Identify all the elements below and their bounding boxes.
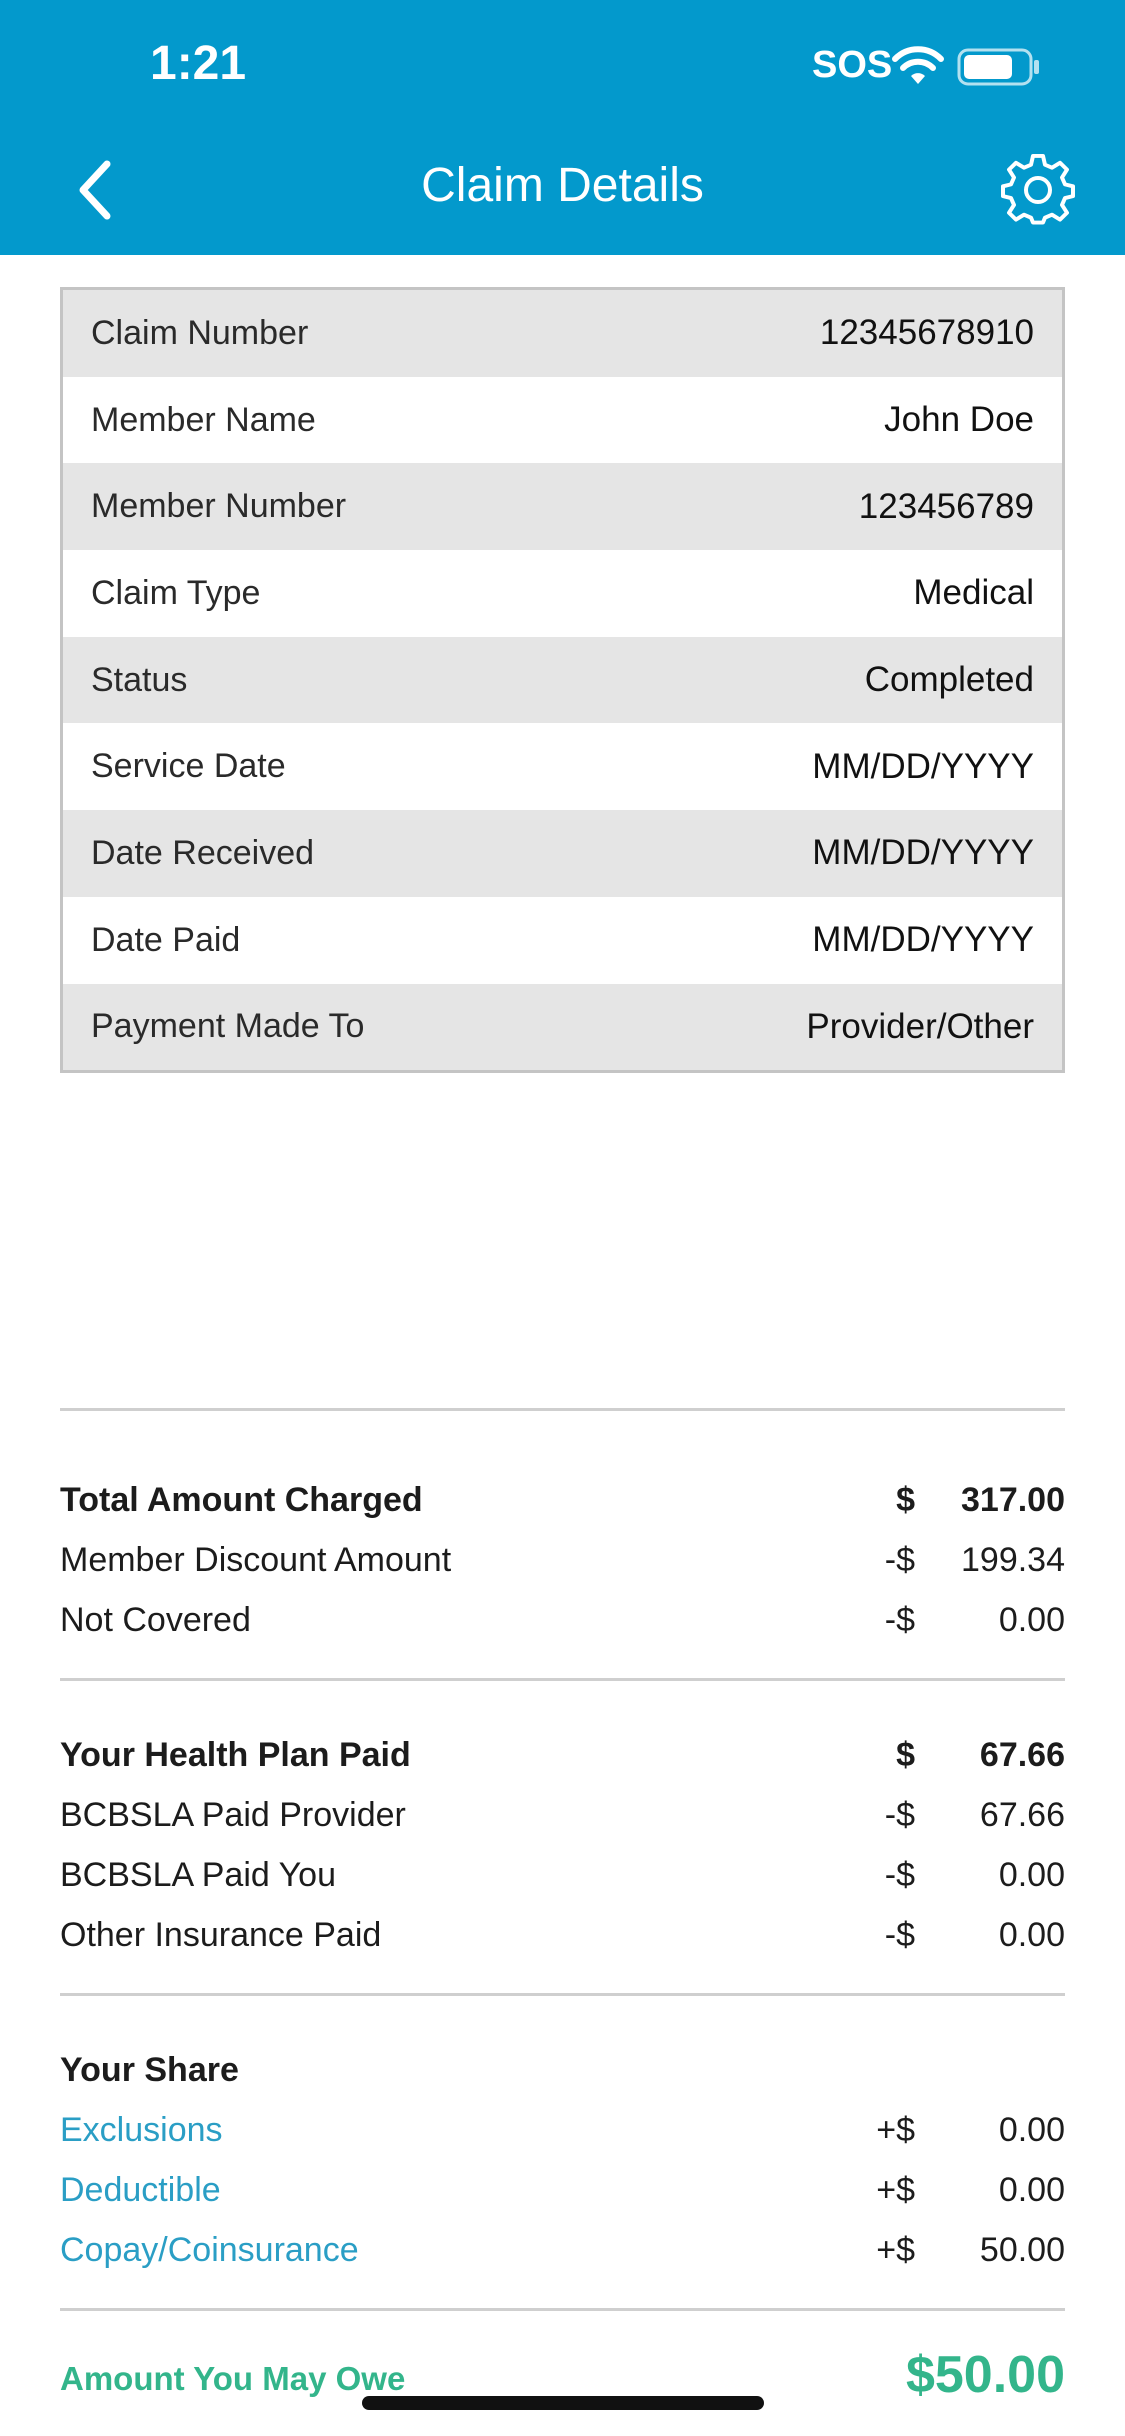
details-row-service-date: Service Date MM/DD/YYYY — [63, 723, 1062, 811]
details-value: MM/DD/YYYY — [812, 920, 1034, 960]
discount-row: Member Discount Amount -$ 199.34 — [60, 1530, 1065, 1590]
divider — [60, 1408, 1065, 1411]
deductible-amount: 0.00 — [998, 2170, 1065, 2209]
amount-owe-value: $50.00 — [905, 2346, 1065, 2404]
claim-details-table: Claim Number 12345678910 Member Name Joh… — [60, 287, 1065, 1074]
sos-indicator: SOS — [812, 44, 893, 86]
details-value: 123456789 — [858, 486, 1034, 526]
deductible-row: Deductible +$ 0.00 — [60, 2160, 1065, 2220]
details-label: Payment Made To — [91, 1007, 365, 1046]
details-value: Provider/Other — [806, 1006, 1034, 1046]
details-label: Claim Number — [91, 313, 309, 352]
amount-owe-label: Amount You May Owe — [60, 2360, 406, 2397]
details-label: Member Name — [91, 400, 316, 439]
details-label: Status — [91, 660, 188, 699]
details-row-status: Status Completed — [63, 636, 1062, 724]
divider — [60, 2308, 1065, 2311]
home-indicator[interactable] — [362, 2396, 764, 2410]
not-covered-amount: 0.00 — [998, 1600, 1065, 1639]
divider — [60, 1993, 1065, 1996]
details-label: Service Date — [91, 747, 286, 786]
wifi-icon — [892, 46, 944, 84]
details-value: MM/DD/YYYY — [812, 833, 1034, 873]
discount-amount: 199.34 — [961, 1540, 1065, 1579]
details-row-member-name: Member Name John Doe — [63, 376, 1062, 464]
details-value: John Doe — [884, 400, 1034, 440]
other-insurance-amount: 0.00 — [998, 1915, 1065, 1954]
your-share-heading: Your Share — [60, 2050, 239, 2089]
copay-row: Copay/Coinsurance +$ 50.00 — [60, 2220, 1065, 2280]
paid-you-row: BCBSLA Paid You -$ 0.00 — [60, 1845, 1065, 1905]
details-value: Medical — [913, 573, 1034, 613]
other-insurance-row: Other Insurance Paid -$ 0.00 — [60, 1905, 1065, 1965]
page-title: Claim Details — [421, 159, 704, 212]
battery-icon — [957, 48, 1039, 86]
details-row-date-paid: Date Paid MM/DD/YYYY — [63, 896, 1062, 984]
details-row-claim-type: Claim Type Medical — [63, 550, 1062, 637]
details-value: Completed — [864, 660, 1034, 700]
details-row-payment-made-to: Payment Made To Provider/Other — [63, 983, 1062, 1071]
paid-you-amount: 0.00 — [998, 1855, 1065, 1894]
details-value: MM/DD/YYYY — [812, 746, 1034, 786]
details-label: Member Number — [91, 487, 347, 526]
details-label: Claim Type — [91, 573, 261, 612]
plan-paid-amount: 67.66 — [979, 1735, 1065, 1774]
status-time: 1:21 — [150, 37, 247, 90]
details-row-member-number: Member Number 123456789 — [63, 463, 1062, 551]
divider — [60, 1678, 1065, 1681]
nav-header: 1:21 SOS Claim Details — [0, 0, 1125, 255]
details-label: Date Paid — [91, 920, 241, 959]
your-share-heading-row: Your Share — [60, 2040, 1065, 2100]
not-covered-row: Not Covered -$ 0.00 — [60, 1590, 1065, 1650]
details-label: Date Received — [91, 833, 315, 872]
paid-provider-row: BCBSLA Paid Provider -$ 67.66 — [60, 1785, 1065, 1845]
copay-amount: 50.00 — [979, 2230, 1065, 2269]
gear-icon[interactable] — [1001, 153, 1075, 227]
total-charged-amount: 317.00 — [961, 1480, 1065, 1519]
details-row-claim-number: Claim Number 12345678910 — [63, 290, 1062, 377]
total-charged-row: Total Amount Charged $ 317.00 — [60, 1470, 1065, 1530]
details-value: 12345678910 — [819, 313, 1034, 353]
exclusions-row: Exclusions +$ 0.00 — [60, 2100, 1065, 2160]
plan-paid-row: Your Health Plan Paid $ 67.66 — [60, 1725, 1065, 1785]
exclusions-amount: 0.00 — [998, 2110, 1065, 2149]
paid-provider-amount: 67.66 — [979, 1795, 1065, 1834]
details-row-date-received: Date Received MM/DD/YYYY — [63, 810, 1062, 897]
